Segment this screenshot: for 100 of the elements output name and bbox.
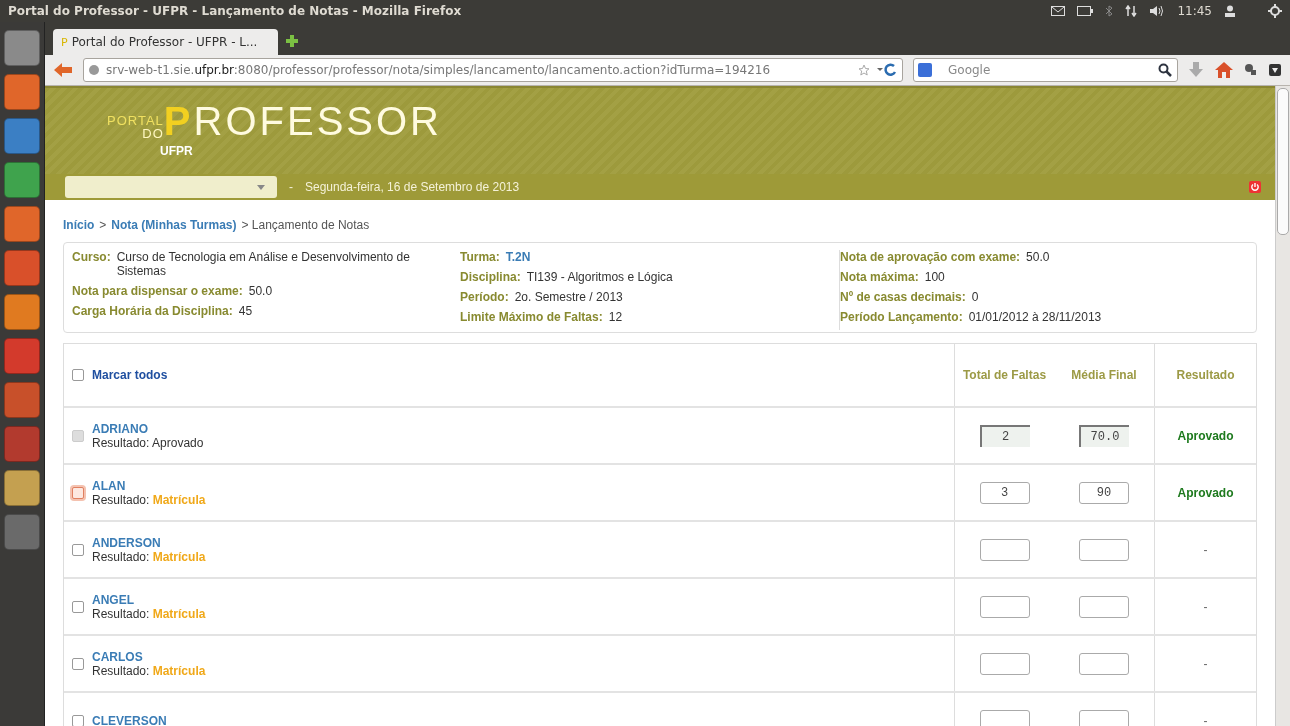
field-label: Período Lançamento: bbox=[840, 310, 963, 324]
result-value: - bbox=[1203, 599, 1208, 614]
app-icon[interactable] bbox=[4, 206, 40, 242]
field-value: 12 bbox=[608, 310, 623, 324]
app-icon[interactable] bbox=[4, 514, 40, 550]
mail-icon[interactable] bbox=[1051, 6, 1066, 16]
field-value: 100 bbox=[924, 270, 945, 284]
grade-field[interactable] bbox=[1079, 709, 1129, 726]
dropdown-field[interactable] bbox=[65, 176, 277, 198]
result-text: Resultado: Matrícula bbox=[92, 549, 206, 564]
field-label: Turma: bbox=[460, 250, 500, 264]
student-name-link[interactable]: ANGEL bbox=[92, 592, 206, 607]
field-value: TI139 - Algoritmos e Lógica bbox=[526, 270, 673, 284]
date-text: Segunda-feira, 16 de Setembro de 2013 bbox=[305, 180, 521, 194]
field-value: 01/01/2012 à 28/11/2013 bbox=[968, 310, 1102, 324]
student-name-link[interactable]: ANDERSON bbox=[92, 535, 206, 550]
grade-field[interactable] bbox=[1079, 595, 1129, 618]
browser-tab[interactable]: P Portal do Professor - UFPR - L... bbox=[53, 29, 278, 55]
student-name-link[interactable]: ALAN bbox=[92, 478, 206, 493]
result-text: Resultado: Matrícula bbox=[92, 492, 206, 507]
clock-time[interactable]: 11:45 bbox=[1177, 4, 1212, 18]
absences-field[interactable] bbox=[979, 652, 1030, 675]
select-all-link[interactable]: Marcar todos bbox=[92, 368, 168, 382]
plus-icon[interactable] bbox=[284, 33, 300, 49]
column-header: Resultado bbox=[1176, 368, 1235, 382]
absences-field[interactable] bbox=[979, 595, 1030, 618]
result-value: Aprovado bbox=[1177, 485, 1234, 500]
settings-icon[interactable] bbox=[1268, 4, 1282, 18]
logo-text: DO bbox=[142, 127, 164, 140]
field-label: Nota máxima: bbox=[840, 270, 919, 284]
result-value: - bbox=[1203, 542, 1208, 557]
power-icon[interactable] bbox=[1249, 181, 1261, 193]
logo-title: PROFESSOR bbox=[163, 102, 442, 140]
window-title: Portal do Professor - UFPR - Lançamento de Notas - Mozilla Firefox bbox=[8, 4, 462, 18]
checkbox[interactable] bbox=[72, 657, 84, 670]
app-icon[interactable] bbox=[4, 250, 40, 286]
checkbox[interactable] bbox=[72, 543, 84, 556]
field-value: 50.0 bbox=[1026, 250, 1050, 264]
result-value: - bbox=[1203, 656, 1208, 671]
app-icon[interactable] bbox=[4, 338, 40, 374]
home-icon[interactable] bbox=[1214, 61, 1234, 79]
volume-icon[interactable] bbox=[1149, 5, 1166, 17]
field-label: Nota para dispensar o exame: bbox=[72, 284, 243, 298]
field-value: 0 bbox=[971, 290, 979, 304]
grade-field[interactable] bbox=[1079, 538, 1129, 561]
absences-field[interactable] bbox=[979, 538, 1030, 561]
star-icon[interactable] bbox=[858, 64, 870, 76]
field-label: Período: bbox=[460, 290, 509, 304]
field-label: Limite Máximo de Faltas: bbox=[460, 310, 603, 324]
scrollbar[interactable] bbox=[1275, 86, 1290, 726]
result-text: Resultado: Matrícula bbox=[92, 606, 206, 621]
header-subtitle: UFPR bbox=[160, 144, 194, 158]
field-value: 45 bbox=[238, 304, 253, 318]
reload-icon[interactable] bbox=[876, 63, 898, 77]
column-header: Total de Faltas bbox=[962, 368, 1047, 382]
field-value: 2o. Semestre / 2013 bbox=[514, 290, 623, 304]
app-icon[interactable] bbox=[4, 382, 40, 418]
back-arrow-icon[interactable] bbox=[53, 62, 73, 78]
bullet-text: - bbox=[289, 180, 293, 194]
field-link[interactable]: T.2N bbox=[505, 250, 531, 264]
absences-field[interactable] bbox=[979, 709, 1030, 726]
network-icon[interactable] bbox=[1125, 5, 1138, 17]
student-name-link[interactable]: CARLOS bbox=[92, 649, 206, 664]
field-value: Curso de Tecnologia em Análise e Desenvolvimento de Sistemas bbox=[116, 250, 411, 278]
result-value: Aprovado bbox=[1177, 428, 1234, 443]
grade-field[interactable] bbox=[1079, 652, 1129, 675]
search-icon[interactable] bbox=[1158, 63, 1172, 77]
app-icon[interactable] bbox=[4, 470, 40, 506]
search-field[interactable]: Google bbox=[913, 58, 1178, 82]
absences-field[interactable]: 3 bbox=[979, 481, 1030, 504]
app-icon[interactable] bbox=[4, 426, 40, 462]
breadcrumb-text: > Lançamento de Notas bbox=[241, 218, 370, 232]
student-name-link[interactable]: CLEVERSON bbox=[92, 713, 167, 726]
breadcrumb-link[interactable]: Início bbox=[63, 218, 95, 232]
app-icon[interactable] bbox=[4, 74, 40, 110]
result-text: Resultado: Aprovado bbox=[92, 435, 204, 450]
breadcrumb-link[interactable]: Nota (Minhas Turmas) bbox=[111, 218, 237, 232]
address-field[interactable]: srv-web-t1.sie.ufpr.br:8080/professor/professor/nota/simples/lancamento/lancamento.action?idTurma=194216 bbox=[83, 58, 903, 82]
menu-icon[interactable] bbox=[1268, 63, 1282, 77]
result-value: - bbox=[1203, 713, 1208, 726]
checkbox[interactable] bbox=[72, 369, 84, 381]
bluetooth-icon[interactable] bbox=[1105, 5, 1114, 17]
field-label: Nº de casas decimais: bbox=[840, 290, 966, 304]
result-text: Resultado: Matrícula bbox=[92, 663, 206, 678]
app-icon[interactable] bbox=[4, 294, 40, 330]
app-icon[interactable] bbox=[4, 118, 40, 154]
user-icon[interactable] bbox=[1224, 5, 1236, 17]
field-label: Carga Horária da Disciplina: bbox=[72, 304, 233, 318]
field-value: 50.0 bbox=[248, 284, 273, 298]
grade-field[interactable]: 90 bbox=[1079, 481, 1129, 504]
checkbox[interactable] bbox=[72, 486, 84, 499]
checkbox[interactable] bbox=[72, 714, 84, 726]
checkbox[interactable] bbox=[72, 600, 84, 613]
app-icon[interactable] bbox=[4, 30, 40, 66]
field-label: Disciplina: bbox=[460, 270, 521, 284]
logo-text: PORTAL bbox=[107, 114, 164, 127]
battery-icon[interactable] bbox=[1077, 6, 1094, 16]
download-icon[interactable] bbox=[1188, 61, 1204, 79]
breadcrumb-text: > bbox=[99, 218, 107, 232]
app-icon[interactable] bbox=[4, 162, 40, 198]
